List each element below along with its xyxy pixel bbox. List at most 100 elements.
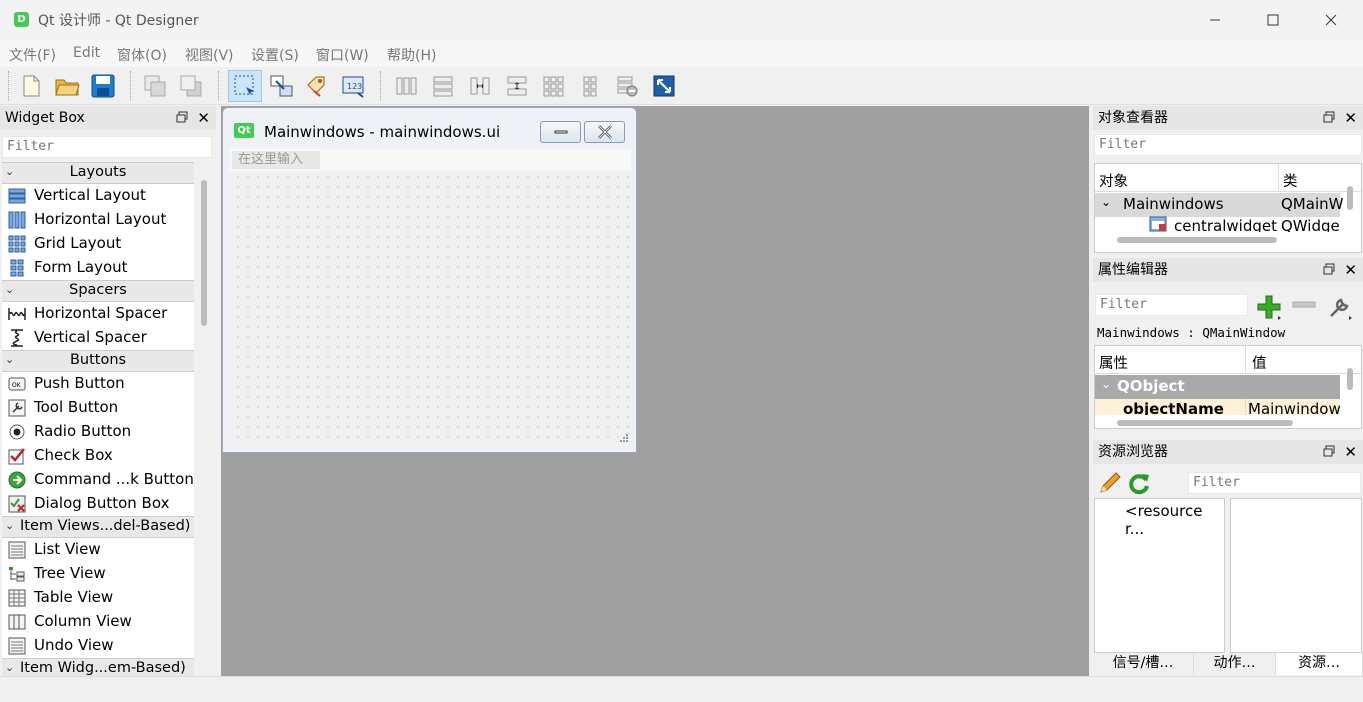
- float-icon[interactable]: [1323, 111, 1335, 123]
- tree-row-mainwindow[interactable]: ⌄ Mainwindows QMainW: [1095, 193, 1343, 217]
- property-table: 属性 值 ⌄ QObject objectName Mainwindow: [1094, 345, 1362, 429]
- category-spacers[interactable]: ⌄ Spacers: [2, 280, 194, 302]
- close-button[interactable]: [1302, 0, 1360, 40]
- tab-resources[interactable]: 资源…: [1276, 653, 1363, 675]
- menu-view[interactable]: 视图(V): [185, 45, 234, 65]
- menu-window[interactable]: 窗口(W): [316, 45, 369, 65]
- object-tree-hscrollbar[interactable]: [1117, 237, 1277, 243]
- widget-box-filter[interactable]: Filter: [2, 136, 212, 158]
- widget-list-view[interactable]: List View: [2, 538, 194, 562]
- col-object[interactable]: 对象: [1099, 170, 1128, 191]
- form-canvas[interactable]: 在这里输入: [230, 149, 631, 445]
- widget-vertical-layout[interactable]: Vertical Layout: [2, 184, 194, 208]
- category-layouts[interactable]: ⌄ Layouts: [2, 162, 194, 184]
- close-icon[interactable]: ✕: [1344, 258, 1357, 282]
- edit-widgets-icon[interactable]: [228, 70, 262, 102]
- layout-vertical-icon[interactable]: [428, 71, 458, 101]
- minimize-button[interactable]: [1186, 0, 1244, 40]
- category-item-views[interactable]: ⌄ Item Views...del-Based): [2, 516, 194, 538]
- category-buttons[interactable]: ⌄ Buttons: [2, 350, 194, 372]
- resource-root-item[interactable]: <resource r...: [1125, 502, 1224, 538]
- close-icon[interactable]: ✕: [1344, 106, 1357, 130]
- remove-property-icon[interactable]: [1292, 298, 1316, 312]
- horizontal-spacer-icon: [8, 308, 26, 320]
- widget-horizontal-layout[interactable]: Horizontal Layout: [2, 208, 194, 232]
- tree-row-centralwidget[interactable]: centralwidget QWidge: [1095, 216, 1361, 232]
- edit-tab-order-icon[interactable]: 123: [338, 71, 368, 101]
- toolbar-handle[interactable]: [8, 71, 10, 101]
- widget-check-box[interactable]: Check Box: [2, 444, 194, 468]
- widget-icon: [1149, 216, 1167, 232]
- tab-actions[interactable]: 动作…: [1194, 653, 1276, 675]
- new-file-icon[interactable]: [16, 71, 46, 101]
- close-icon[interactable]: ✕: [1344, 440, 1357, 464]
- float-icon[interactable]: [176, 111, 188, 123]
- open-folder-icon[interactable]: [52, 71, 82, 101]
- form-window[interactable]: Qt Mainwindows - mainwindows.ui 在这里输入: [222, 107, 637, 453]
- layout-horizontal-splitter-icon[interactable]: [465, 71, 495, 101]
- widget-horizontal-spacer[interactable]: Horizontal Spacer: [2, 302, 194, 326]
- tab-signals-slots[interactable]: 信号/槽…: [1093, 653, 1194, 675]
- widget-command-link-button[interactable]: Command ...k Button: [2, 468, 194, 492]
- form-close-button[interactable]: [584, 121, 625, 143]
- resize-grip-icon[interactable]: [619, 433, 629, 443]
- close-icon[interactable]: ✕: [197, 106, 210, 130]
- object-tree-vscrollbar[interactable]: [1347, 186, 1353, 210]
- break-layout-icon[interactable]: [612, 71, 642, 101]
- widget-vertical-spacer[interactable]: Vertical Spacer: [2, 326, 194, 350]
- widget-push-button[interactable]: OK Push Button: [2, 372, 194, 396]
- configure-wrench-icon[interactable]: [1327, 294, 1355, 320]
- widget-radio-button[interactable]: Radio Button: [2, 420, 194, 444]
- reload-icon[interactable]: [1127, 471, 1151, 495]
- edit-buddies-icon[interactable]: [302, 71, 332, 101]
- object-inspector-filter[interactable]: Filter: [1094, 134, 1362, 156]
- layout-form-icon[interactable]: [575, 71, 605, 101]
- float-icon[interactable]: [1323, 445, 1335, 457]
- layout-horizontal-icon[interactable]: [391, 71, 421, 101]
- title-bar: D Qt 设计师 - Qt Designer: [0, 0, 1363, 40]
- form-title-bar[interactable]: Qt Mainwindows - mainwindows.ui: [223, 108, 636, 148]
- menu-settings[interactable]: 设置(S): [251, 45, 299, 65]
- menu-bar: 文件(F) Edit 窗体(O) 视图(V) 设置(S) 窗口(W) 帮助(H): [0, 40, 1363, 67]
- form-minimize-button[interactable]: [540, 121, 581, 143]
- widget-undo-view[interactable]: Undo View: [2, 634, 194, 658]
- edit-signals-slots-icon[interactable]: [266, 71, 296, 101]
- widget-dialog-button-box[interactable]: Dialog Button Box: [2, 492, 194, 516]
- edit-resources-pencil-icon[interactable]: [1098, 471, 1122, 495]
- float-icon[interactable]: [1323, 263, 1335, 275]
- property-editor-filter[interactable]: Filter: [1095, 294, 1248, 316]
- col-value[interactable]: 值: [1252, 352, 1267, 373]
- widget-grid-layout[interactable]: Grid Layout: [2, 232, 194, 256]
- col-class[interactable]: 类: [1283, 170, 1298, 191]
- add-property-icon[interactable]: [1256, 294, 1284, 320]
- category-item-widgets[interactable]: ⌄ Item Widg...em-Based): [2, 658, 194, 676]
- widget-form-layout[interactable]: Form Layout: [2, 256, 194, 280]
- property-row-objectname[interactable]: objectName Mainwindow: [1095, 399, 1340, 415]
- property-table-vscrollbar[interactable]: [1347, 368, 1353, 390]
- widget-table-view[interactable]: Table View: [2, 586, 194, 610]
- chevron-down-icon: ⌄: [1101, 377, 1112, 391]
- menu-help[interactable]: 帮助(H): [387, 45, 436, 65]
- widget-column-view[interactable]: Column View: [2, 610, 194, 634]
- layout-vertical-splitter-icon[interactable]: [502, 71, 532, 101]
- menu-file[interactable]: 文件(F): [9, 45, 56, 65]
- property-group-qobject[interactable]: ⌄ QObject: [1095, 375, 1340, 399]
- widget-box-scrollbar[interactable]: [201, 180, 207, 326]
- layout-grid-icon[interactable]: [538, 71, 568, 101]
- property-table-hscrollbar[interactable]: [1117, 420, 1293, 426]
- close-icon: [597, 125, 612, 139]
- chevron-down-icon: ⌄: [1101, 195, 1112, 209]
- bring-to-front-icon[interactable]: [176, 71, 206, 101]
- col-property[interactable]: 属性: [1099, 352, 1128, 373]
- adjust-size-icon[interactable]: [649, 71, 679, 101]
- save-icon[interactable]: [88, 71, 118, 101]
- widget-tool-button[interactable]: Tool Button: [2, 396, 194, 420]
- menu-form[interactable]: 窗体(O): [117, 45, 167, 65]
- widget-tree-view[interactable]: Tree View: [2, 562, 194, 586]
- send-to-back-icon[interactable]: [140, 71, 170, 101]
- menu-edit[interactable]: Edit: [73, 45, 100, 61]
- type-here-menu-placeholder[interactable]: 在这里输入: [232, 151, 320, 169]
- resource-browser-filter[interactable]: Filter: [1188, 472, 1361, 494]
- horizontal-layout-icon: [8, 211, 26, 229]
- maximize-button[interactable]: [1244, 0, 1302, 40]
